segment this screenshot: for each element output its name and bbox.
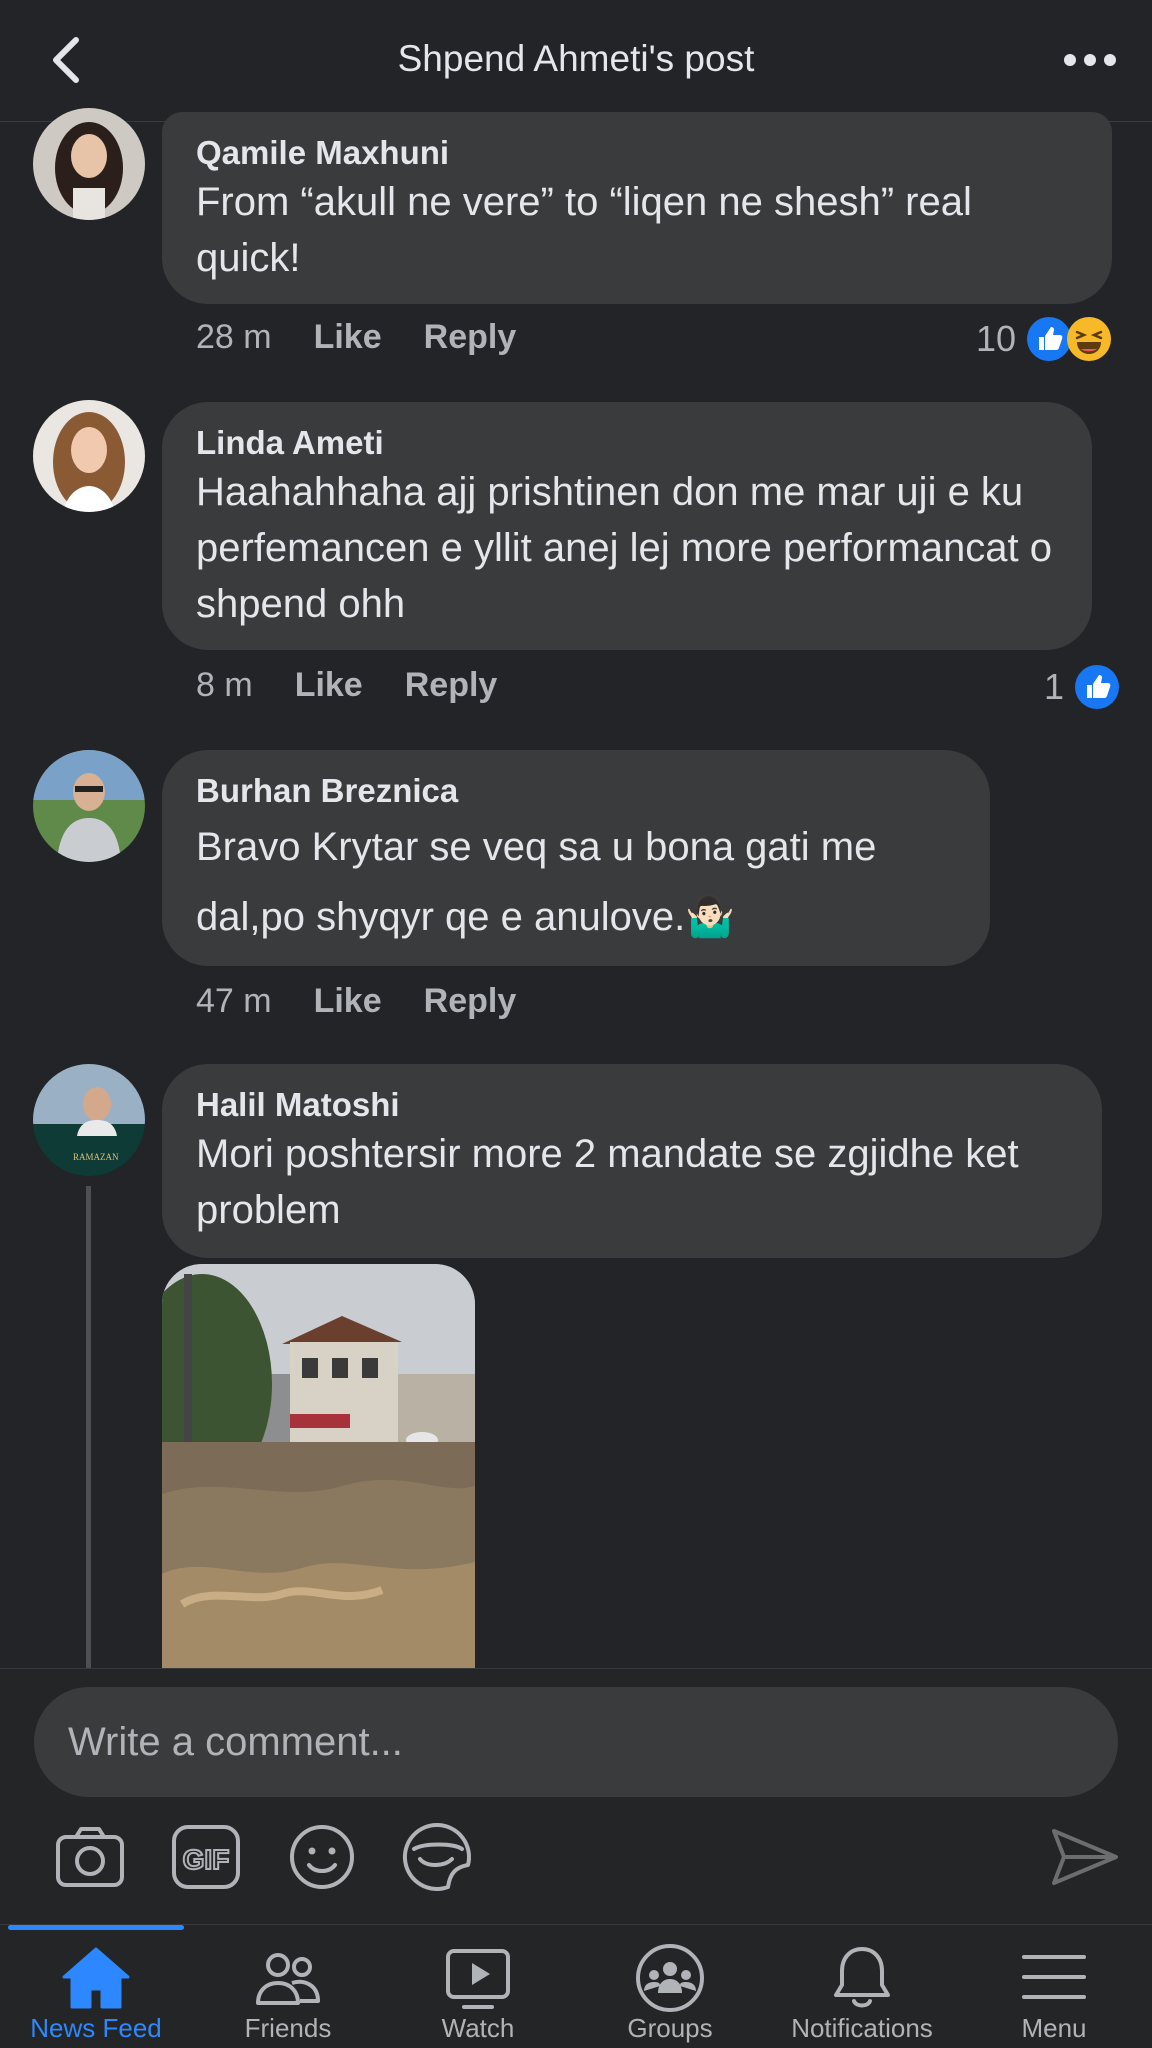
friends-icon — [256, 1953, 320, 2005]
nav-watch[interactable]: Watch — [382, 1925, 574, 2048]
comment-author[interactable]: Linda Ameti — [196, 422, 1058, 464]
comment-text: Haahahhaha ajj prishtinen don me mar uji… — [196, 470, 1052, 626]
nav-menu[interactable]: Menu — [958, 1925, 1150, 2048]
comment-text: From “akull ne vere” to “liqen ne shesh”… — [196, 180, 972, 280]
nav-label: Watch — [441, 2013, 515, 2043]
comment-text: Bravo Krytar se veq sa u bona gati me da… — [196, 825, 877, 939]
more-options-button[interactable] — [1060, 40, 1120, 80]
bottom-navigation: News Feed Friends Watch Groups Notificat… — [0, 1924, 1152, 2048]
comment-input[interactable] — [34, 1687, 1118, 1797]
gif-button[interactable]: GIF — [168, 1819, 244, 1895]
reply-button[interactable]: Reply — [405, 666, 498, 704]
nav-label: Groups — [627, 2013, 713, 2043]
send-button[interactable] — [1046, 1819, 1122, 1895]
comment-bubble[interactable]: Linda Ameti Haahahhaha ajj prishtinen do… — [162, 402, 1092, 650]
sticker-button[interactable] — [400, 1819, 476, 1895]
svg-text:GIF: GIF — [183, 1844, 230, 1875]
sticker-icon — [402, 1822, 472, 1891]
reaction-count: 1 — [1044, 666, 1065, 707]
camera-icon — [56, 1827, 124, 1887]
avatar[interactable] — [33, 400, 145, 512]
like-reaction-icon — [1075, 665, 1120, 709]
avatar[interactable] — [33, 750, 145, 862]
nav-label: Notifications — [791, 2013, 933, 2043]
nav-notifications[interactable]: Notifications — [766, 1925, 958, 2048]
nav-label: News Feed — [30, 2013, 162, 2043]
menu-icon — [1022, 1955, 1086, 1999]
reply-button[interactable]: Reply — [424, 982, 517, 1020]
comment-time: 47 m — [196, 982, 272, 1020]
send-icon — [1052, 1829, 1118, 1885]
more-horizontal-icon — [1064, 54, 1116, 66]
camera-button[interactable] — [52, 1819, 128, 1895]
groups-icon — [636, 1944, 704, 2012]
reply-button[interactable]: Reply — [424, 318, 517, 356]
like-button[interactable]: Like — [295, 666, 363, 704]
like-button[interactable]: Like — [314, 982, 382, 1020]
avatar[interactable]: RAMAZAN — [33, 1064, 145, 1176]
reply-thread-line — [86, 1186, 91, 1670]
comment-composer: GIF — [0, 1668, 1152, 1924]
haha-reaction-icon — [1067, 317, 1112, 361]
flood-video-thumbnail — [162, 1264, 475, 1670]
top-bar: Shpend Ahmeti's post — [0, 0, 1152, 122]
svg-text:RAMAZAN: RAMAZAN — [73, 1152, 119, 1162]
comment-author[interactable]: Burhan Breznica — [196, 770, 956, 812]
nav-label: Menu — [1021, 2013, 1087, 2043]
comment-time: 8 m — [196, 666, 253, 704]
comment-time: 28 m — [196, 318, 272, 356]
nav-groups[interactable]: Groups — [574, 1925, 766, 2048]
comment-text: Mori poshtersir more 2 mandate se zgjidh… — [196, 1132, 1019, 1232]
reaction-summary[interactable]: 1 — [1044, 664, 1120, 710]
comment-author[interactable]: Qamile Maxhuni — [196, 132, 1078, 174]
nav-news-feed[interactable]: News Feed — [0, 1925, 192, 2048]
post-comments-screen: Shpend Ahmeti's post Qamile Maxhuni From… — [0, 0, 1152, 2048]
watch-icon — [446, 1949, 510, 2009]
emoji-button[interactable] — [284, 1819, 360, 1895]
comment-bubble[interactable]: Halil Matoshi Mori poshtersir more 2 man… — [162, 1064, 1102, 1258]
page-title: Shpend Ahmeti's post — [397, 38, 755, 79]
emoji-icon — [290, 1825, 354, 1889]
reaction-summary[interactable]: 10 — [976, 316, 1112, 362]
nav-friends[interactable]: Friends — [192, 1925, 384, 2048]
nav-label: Friends — [244, 2013, 332, 2043]
comment-meta: 28 m Like Reply — [196, 318, 558, 357]
like-button[interactable]: Like — [314, 318, 382, 356]
avatar[interactable] — [33, 108, 145, 220]
bell-icon — [834, 1947, 890, 2008]
comment-meta: 47 m Like Reply — [196, 982, 558, 1021]
comment-bubble[interactable]: Qamile Maxhuni From “akull ne vere” to “… — [162, 112, 1112, 304]
comment-meta: 8 m Like Reply — [196, 666, 539, 705]
comment-bubble[interactable]: Burhan Breznica Bravo Krytar se veq sa u… — [162, 750, 990, 966]
gif-icon: GIF — [172, 1825, 240, 1889]
comment-author[interactable]: Halil Matoshi — [196, 1084, 1068, 1126]
reaction-count: 10 — [976, 318, 1017, 359]
home-icon — [62, 1947, 130, 2009]
comment-video-thumbnail[interactable] — [162, 1264, 475, 1670]
